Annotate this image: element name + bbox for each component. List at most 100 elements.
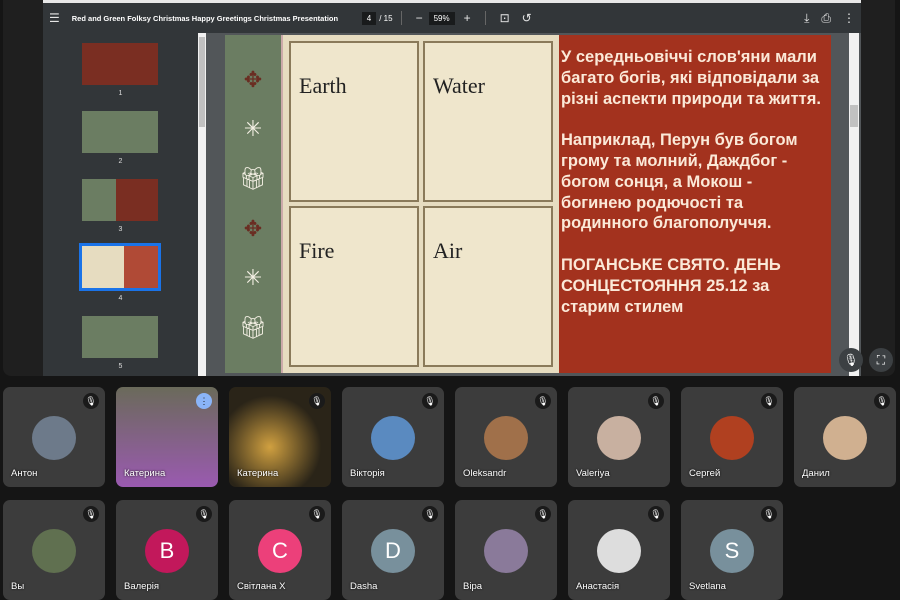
print-icon[interactable]: ⎙	[821, 11, 831, 26]
mic-off-icon: 🎙︎	[535, 393, 551, 409]
fullscreen-button[interactable]: ⛶	[869, 348, 893, 372]
avatar	[32, 416, 76, 460]
document-title: Red and Green Folksy Christmas Happy Gre…	[71, 13, 339, 23]
participant-tile[interactable]: S 🎙︎ Svetlana	[681, 500, 783, 600]
avatar	[32, 529, 76, 573]
avatar	[484, 416, 528, 460]
thumbnail-number: 4	[118, 295, 123, 302]
avatar: В	[145, 529, 189, 573]
thumbnail-5[interactable]	[82, 316, 158, 358]
mic-off-icon: 🎙︎	[648, 393, 664, 409]
avatar: С	[258, 529, 302, 573]
participant-name: Svetlana	[689, 581, 726, 592]
thumbnail-2[interactable]	[82, 111, 158, 153]
participant-name: Вікторія	[350, 468, 385, 479]
thumbnail-4-selected[interactable]	[79, 243, 161, 291]
avatar	[597, 416, 641, 460]
participant-name: Dasha	[350, 581, 378, 592]
mic-off-icon: 🎙︎	[648, 506, 664, 522]
participant-tile[interactable]: 🎙︎ Катерина	[229, 387, 331, 487]
participant-name: Сергей	[689, 468, 721, 479]
participant-name: Віра	[463, 581, 483, 592]
participant-tile[interactable]: D 🎙︎ Dasha	[342, 500, 444, 600]
mic-off-icon: 🎙︎	[422, 506, 438, 522]
avatar	[597, 529, 641, 573]
panel-earth: Earth	[289, 41, 419, 202]
zoom-in-button[interactable]: +	[464, 11, 471, 25]
participant-tile[interactable]: В 🎙︎ Валерія	[116, 500, 218, 600]
elements-illustration: Earth Water Fire Air	[281, 35, 559, 373]
mic-off-icon: 🎙︎	[309, 506, 325, 522]
participant-name: Valeriya	[576, 468, 610, 479]
thumbnail-number: 5	[118, 363, 123, 370]
participant-tile[interactable]: С 🎙︎ Світлана Х	[229, 500, 331, 600]
participant-name: Данил	[802, 468, 830, 479]
participant-tile[interactable]: 🎙︎ Віра	[455, 500, 557, 600]
gift-icon: 🎁︎	[239, 166, 267, 192]
thumbnail-sidebar: 1 2 3 4 5	[43, 33, 198, 376]
page-input[interactable]: 4	[361, 11, 377, 25]
divider	[484, 11, 486, 25]
zoom-input[interactable]: 59%	[428, 11, 455, 25]
participant-tile[interactable]: ⋮ Катерина	[116, 387, 218, 487]
fit-page-icon[interactable]: ⊡	[500, 11, 510, 25]
page-total: / 15	[379, 13, 393, 23]
thumbnail-3[interactable]	[82, 179, 158, 221]
mic-off-icon: 🎙︎	[761, 506, 777, 522]
participant-name: Світлана Х	[237, 581, 286, 592]
more-options-icon[interactable]: ⋮	[843, 11, 855, 25]
gift-icon: 🎁︎	[239, 315, 267, 341]
participant-name: Антон	[11, 468, 38, 479]
avatar	[823, 416, 867, 460]
zoom-out-button[interactable]: −	[416, 11, 423, 25]
panel-fire: Fire	[289, 206, 419, 367]
participant-tile[interactable]: 🎙︎ Сергей	[681, 387, 783, 487]
participant-tile[interactable]: 🎙︎ Вікторія	[342, 387, 444, 487]
slide-4: ✥ ✳ 🎁︎ ✥ ✳ 🎁︎ Earth Water Fire Air У сер…	[225, 35, 831, 373]
participant-tile[interactable]: 🎙︎ Valeriya	[568, 387, 670, 487]
thumbnail-scrollbar[interactable]	[198, 33, 206, 376]
avatar	[484, 529, 528, 573]
mic-off-icon: 🎙︎	[422, 393, 438, 409]
participant-name: Вы	[11, 581, 25, 592]
panel-air: Air	[423, 206, 553, 367]
participant-name: Катерина	[237, 468, 279, 479]
participant-name: Катерина	[124, 468, 166, 479]
participant-tile[interactable]: 🎙︎ Антон	[3, 387, 105, 487]
pdf-toolbar: ☰ Red and Green Folksy Christmas Happy G…	[43, 3, 861, 33]
mic-off-icon: 🎙︎	[83, 506, 99, 522]
pdf-viewer: ☰ Red and Green Folksy Christmas Happy G…	[43, 0, 861, 376]
thumbnail-number: 3	[118, 226, 123, 233]
flower-icon: ✥	[243, 215, 263, 241]
paragraph: ПОГАНСЬКЕ СВЯТО. ДЕНЬ СОНЦЕСТОЯННЯ 25.12…	[561, 255, 781, 316]
rotate-icon[interactable]: ↺	[522, 11, 532, 25]
mic-off-button[interactable]: 🎙︎	[839, 348, 863, 372]
paragraph: Наприклад, Перун був богом грому та молн…	[561, 131, 798, 233]
panel-water: Water	[423, 41, 553, 202]
snowflake-icon: ✳	[243, 265, 263, 291]
mic-off-icon: 🎙︎	[761, 393, 777, 409]
participant-tile[interactable]: 🎙︎ Вы	[3, 500, 105, 600]
speaking-icon: ⋮	[196, 393, 212, 409]
paragraph: У середньовіччі слов'яни мали багато бог…	[561, 48, 821, 108]
avatar: D	[371, 529, 415, 573]
mic-off-icon: 🎙︎	[874, 393, 890, 409]
mic-off-icon: 🎙︎	[196, 506, 212, 522]
shared-screen: ☰ Red and Green Folksy Christmas Happy G…	[3, 0, 895, 376]
participant-tile[interactable]: 🎙︎ Анастасія	[568, 500, 670, 600]
thumbnail-1[interactable]	[82, 43, 158, 85]
flower-icon: ✥	[243, 66, 263, 92]
divider	[400, 11, 402, 25]
mic-off-icon: 🎙︎	[535, 506, 551, 522]
slide-text: У середньовіччі слов'яни мали багато бог…	[559, 35, 831, 373]
thumbnail-number: 1	[118, 90, 123, 97]
participant-name: Валерія	[124, 581, 159, 592]
menu-icon[interactable]: ☰	[49, 11, 60, 25]
download-icon[interactable]: ⤓	[804, 11, 809, 26]
document-scrollbar[interactable]	[849, 33, 859, 376]
snowflake-icon: ✳	[243, 116, 263, 142]
thumbnail-number: 2	[118, 158, 123, 165]
participant-name: Oleksandr	[463, 468, 507, 479]
participant-tile[interactable]: 🎙︎ Данил	[794, 387, 896, 487]
participant-tile[interactable]: 🎙︎ Oleksandr	[455, 387, 557, 487]
